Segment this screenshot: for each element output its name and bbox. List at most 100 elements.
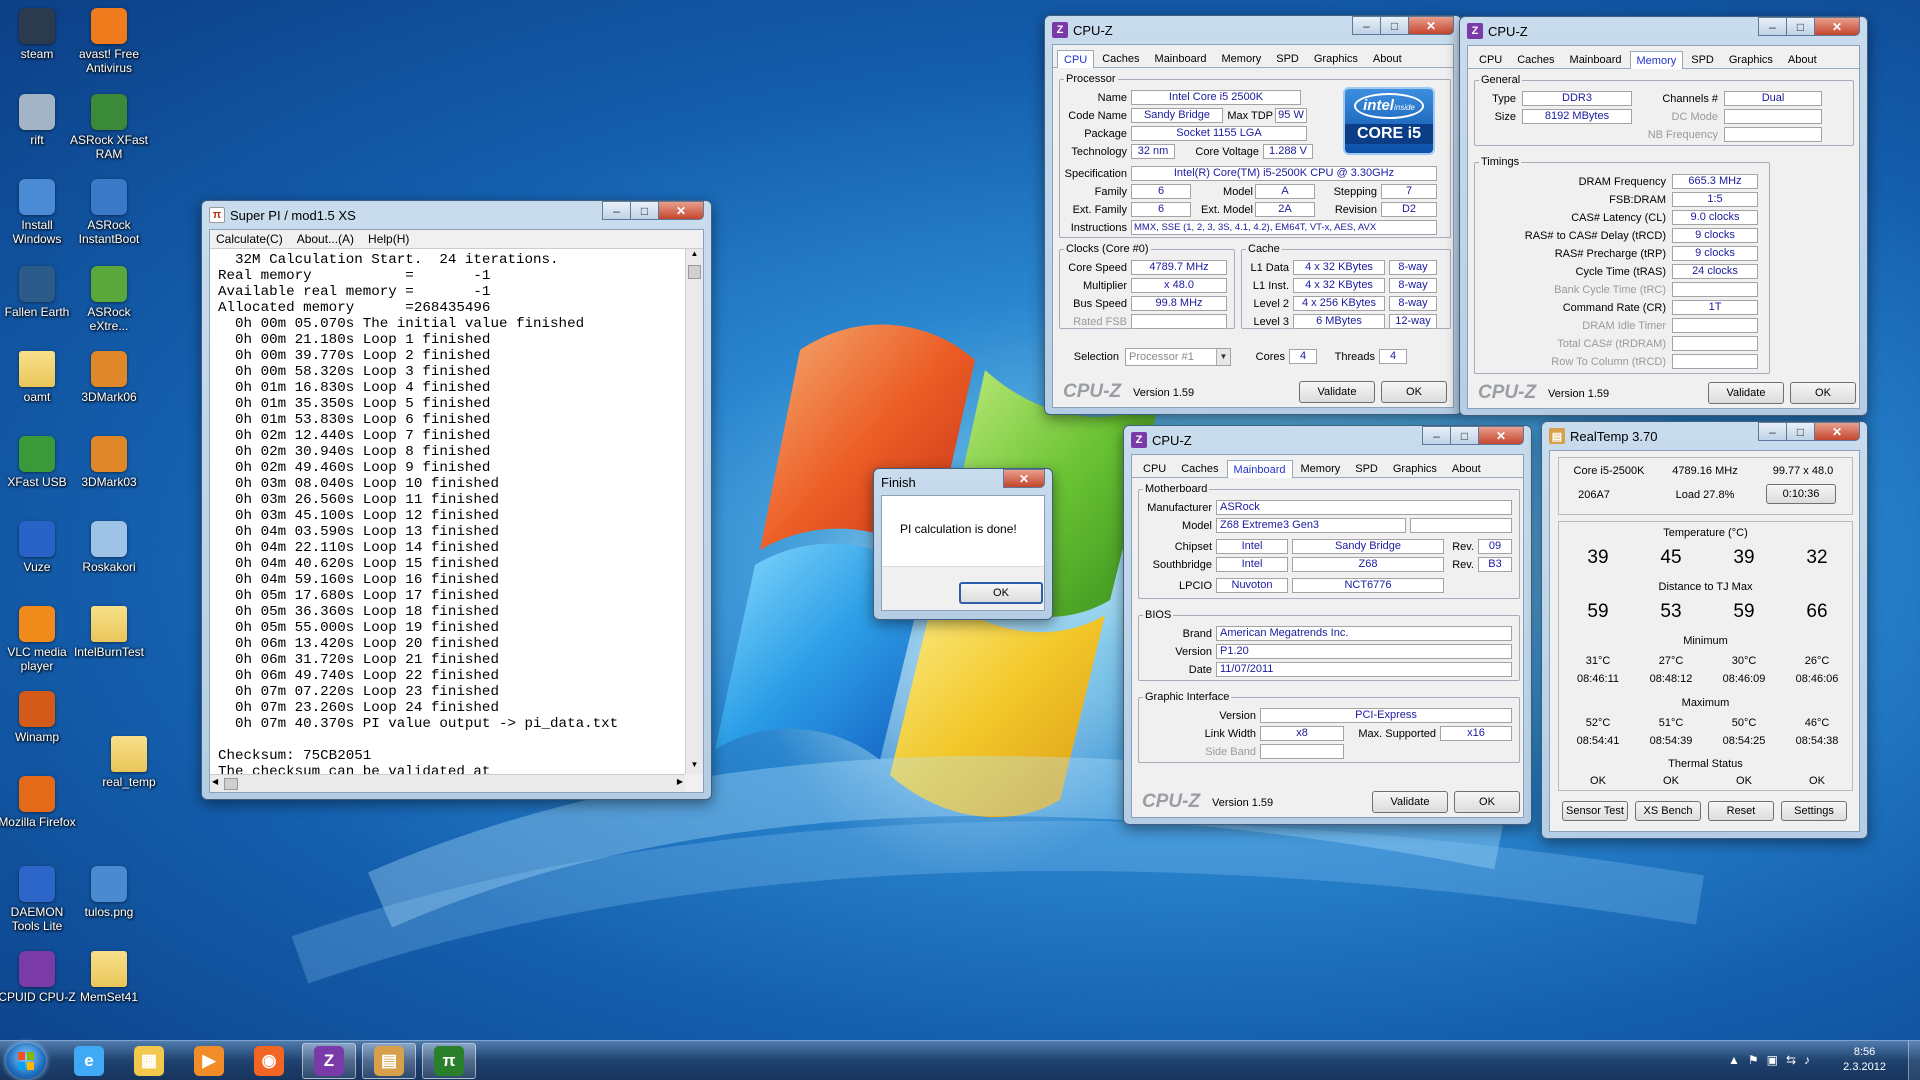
- tab-spd[interactable]: SPD: [1348, 459, 1385, 477]
- ok-button[interactable]: OK: [1454, 791, 1520, 813]
- maximize-button[interactable]: □: [1786, 422, 1814, 441]
- desktop-icon[interactable]: ASRock eXtre...: [68, 266, 150, 333]
- taskbar-button[interactable]: ▤: [362, 1043, 416, 1079]
- tab-cpu[interactable]: CPU: [1057, 50, 1095, 68]
- tab-caches[interactable]: Caches: [1174, 459, 1225, 477]
- menu-help[interactable]: Help(H): [368, 232, 409, 246]
- tab-about[interactable]: About: [1781, 50, 1824, 68]
- taskbar-button[interactable]: e: [62, 1043, 116, 1079]
- close-button[interactable]: ✕: [1408, 16, 1454, 35]
- minimize-button[interactable]: ‒: [1422, 426, 1450, 445]
- tab-cpu[interactable]: CPU: [1472, 50, 1509, 68]
- cpuz-titlebar[interactable]: Z CPU-Z ‒ □ ✕: [1467, 17, 1860, 45]
- reset-button[interactable]: Reset: [1708, 801, 1774, 821]
- desktop-icon[interactable]: ASRock XFast RAM: [68, 94, 150, 161]
- start-button[interactable]: [6, 1043, 46, 1079]
- validate-button[interactable]: Validate: [1299, 381, 1375, 403]
- desktop-icon[interactable]: 3DMark06: [68, 351, 150, 404]
- tab-caches[interactable]: Caches: [1095, 49, 1146, 67]
- close-button[interactable]: ✕: [1814, 422, 1860, 441]
- close-button[interactable]: ✕: [1478, 426, 1524, 445]
- show-hidden-icons-icon[interactable]: ▲: [1728, 1053, 1740, 1067]
- processor-select[interactable]: Processor #1 ▼: [1125, 348, 1231, 366]
- timer-button[interactable]: 0:10:36: [1766, 484, 1836, 504]
- desktop-icon[interactable]: CPUID CPU-Z: [0, 951, 78, 1004]
- clock[interactable]: 8:56 2.3.2012: [1843, 1045, 1886, 1075]
- close-button[interactable]: ✕: [658, 201, 704, 220]
- settings-button[interactable]: Settings: [1781, 801, 1847, 821]
- tab-memory[interactable]: Memory: [1629, 51, 1684, 69]
- superpi-titlebar[interactable]: π Super PI / mod1.5 XS ‒ □ ✕: [209, 201, 704, 229]
- scroll-down-arrow[interactable]: ▼: [686, 760, 703, 774]
- close-button[interactable]: ✕: [1003, 469, 1045, 488]
- validate-button[interactable]: Validate: [1708, 382, 1784, 404]
- tab-graphics[interactable]: Graphics: [1386, 459, 1444, 477]
- minimize-button[interactable]: ‒: [602, 201, 630, 220]
- scroll-thumb[interactable]: [688, 265, 701, 279]
- desktop-icon[interactable]: Winamp: [0, 691, 78, 744]
- desktop-icon[interactable]: IntelBurnTest: [68, 606, 150, 659]
- scroll-right-arrow[interactable]: ▶: [677, 777, 683, 786]
- scroll-left-arrow[interactable]: ◀: [212, 777, 218, 786]
- desktop-icon[interactable]: Install Windows: [0, 179, 78, 246]
- ok-button[interactable]: OK: [1381, 381, 1447, 403]
- taskbar-button[interactable]: Z: [302, 1043, 356, 1079]
- desktop-icon[interactable]: DAEMON Tools Lite: [0, 866, 78, 933]
- desktop-icon[interactable]: avast! Free Antivirus: [68, 8, 150, 75]
- desktop-icon[interactable]: Vuze: [0, 521, 78, 574]
- desktop-icon[interactable]: XFast USB: [0, 436, 78, 489]
- maximize-button[interactable]: □: [630, 201, 658, 220]
- tab-mainboard[interactable]: Mainboard: [1563, 50, 1629, 68]
- cpuz-titlebar[interactable]: Z CPU-Z ‒ □ ✕: [1131, 426, 1524, 454]
- taskbar-button[interactable]: ▦: [122, 1043, 176, 1079]
- tab-about[interactable]: About: [1445, 459, 1488, 477]
- hscroll-thumb[interactable]: [224, 778, 238, 790]
- tab-mainboard[interactable]: Mainboard: [1148, 49, 1214, 67]
- desktop-icon[interactable]: Mozilla Firefox: [0, 776, 78, 829]
- tab-spd[interactable]: SPD: [1684, 50, 1721, 68]
- desktop-icon[interactable]: 3DMark03: [68, 436, 150, 489]
- desktop-icon[interactable]: real_temp: [88, 736, 170, 789]
- desktop-icon[interactable]: Roskakori: [68, 521, 150, 574]
- volume-icon[interactable]: ♪: [1804, 1053, 1810, 1067]
- xs-bench-button[interactable]: XS Bench: [1635, 801, 1701, 821]
- tab-memory[interactable]: Memory: [1215, 49, 1269, 67]
- menu-about[interactable]: About...(A): [297, 232, 354, 246]
- tab-caches[interactable]: Caches: [1510, 50, 1561, 68]
- superpi-output[interactable]: 32M Calculation Start. 24 iterations. Rea…: [210, 249, 685, 774]
- desktop-icon[interactable]: VLC media player: [0, 606, 78, 673]
- scroll-up-arrow[interactable]: ▲: [686, 249, 703, 263]
- maximize-button[interactable]: □: [1380, 16, 1408, 35]
- desktop-icon[interactable]: tulos.png: [68, 866, 150, 919]
- taskbar-button[interactable]: π: [422, 1043, 476, 1079]
- finish-titlebar[interactable]: Finish ✕: [881, 469, 1045, 495]
- desktop-icon[interactable]: rift: [0, 94, 78, 147]
- tab-mainboard[interactable]: Mainboard: [1226, 460, 1293, 478]
- ok-button[interactable]: OK: [1790, 382, 1856, 404]
- desktop-icon[interactable]: oamt: [0, 351, 78, 404]
- desktop-icon[interactable]: ASRock InstantBoot: [68, 179, 150, 246]
- desktop-icon[interactable]: steam: [0, 8, 78, 61]
- minimize-button[interactable]: ‒: [1758, 17, 1786, 36]
- tab-cpu[interactable]: CPU: [1136, 459, 1173, 477]
- show-desktop-button[interactable]: [1908, 1041, 1920, 1080]
- tab-about[interactable]: About: [1366, 49, 1409, 67]
- tab-graphics[interactable]: Graphics: [1722, 50, 1780, 68]
- network-icon[interactable]: ▣: [1767, 1053, 1778, 1067]
- taskbar-button[interactable]: ◉: [242, 1043, 296, 1079]
- vertical-scrollbar[interactable]: ▲ ▼: [685, 249, 703, 774]
- maximize-button[interactable]: □: [1786, 17, 1814, 36]
- minimize-button[interactable]: ‒: [1352, 16, 1380, 35]
- close-button[interactable]: ✕: [1814, 17, 1860, 36]
- ok-button[interactable]: OK: [959, 582, 1043, 604]
- tab-graphics[interactable]: Graphics: [1307, 49, 1365, 67]
- taskbar-button[interactable]: ▶: [182, 1043, 236, 1079]
- desktop-icon[interactable]: MemSet41: [68, 951, 150, 1004]
- sensor-test-button[interactable]: Sensor Test: [1562, 801, 1628, 821]
- realtemp-titlebar[interactable]: ▤ RealTemp 3.70 ‒ □ ✕: [1549, 422, 1860, 450]
- minimize-button[interactable]: ‒: [1758, 422, 1786, 441]
- tab-memory[interactable]: Memory: [1294, 459, 1348, 477]
- menu-calculate[interactable]: Calculate(C): [216, 232, 283, 246]
- horizontal-scrollbar[interactable]: ◀ ▶: [210, 774, 685, 792]
- desktop-icon[interactable]: Fallen Earth: [0, 266, 78, 319]
